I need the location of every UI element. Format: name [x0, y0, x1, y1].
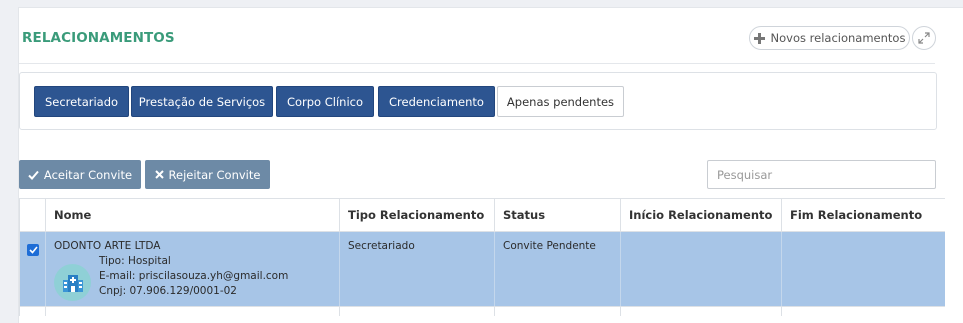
- x-icon: [154, 170, 164, 179]
- column-header-inicio[interactable]: Início Relacionamento: [621, 199, 782, 231]
- table-header: Nome Tipo Relacionamento Status Início R…: [19, 198, 945, 231]
- row-checkbox-cell: [19, 232, 46, 306]
- avatar: [54, 264, 91, 301]
- column-header-nome[interactable]: Nome: [46, 199, 340, 231]
- header-divider: [19, 63, 935, 64]
- cell-nome: ODONTO ARTE LTDA Tipo: Hospital E-mail: …: [46, 232, 340, 306]
- organization-name: ODONTO ARTE LTDA: [54, 240, 161, 252]
- cell-status: Convite Pendente: [495, 232, 621, 306]
- header-checkbox-cell: [19, 199, 46, 231]
- filter-credenciamento[interactable]: Credenciamento: [378, 86, 495, 117]
- filter-secretariado[interactable]: Secretariado: [34, 86, 129, 117]
- plus-icon: [753, 32, 765, 44]
- filter-apenas-pendentes[interactable]: Apenas pendentes: [497, 86, 624, 117]
- row-checkbox[interactable]: [27, 244, 39, 256]
- expand-icon: [918, 32, 930, 44]
- column-header-status[interactable]: Status: [495, 199, 621, 231]
- column-header-fim[interactable]: Fim Relacionamento: [782, 199, 945, 231]
- empty-cell: [19, 307, 46, 316]
- filter-prestacao-servicos[interactable]: Prestação de Serviços: [131, 86, 273, 117]
- search-input[interactable]: [707, 160, 936, 189]
- page-title: RELACIONAMENTOS: [22, 30, 175, 46]
- filter-corpo-clinico[interactable]: Corpo Clínico: [276, 86, 374, 117]
- new-relationship-label: Novos relacionamentos: [770, 31, 906, 45]
- accept-invite-button[interactable]: Aceitar Convite: [19, 160, 141, 189]
- column-header-tipo[interactable]: Tipo Relacionamento: [340, 199, 495, 231]
- cell-tipo-relacionamento: Secretariado: [340, 232, 495, 306]
- expand-button[interactable]: [912, 26, 936, 50]
- accept-invite-label: Aceitar Convite: [43, 167, 133, 182]
- cell-fim: [782, 232, 945, 306]
- organization-email: E-mail: priscilasouza.yh@gmail.com: [99, 270, 289, 282]
- empty-cell: [495, 307, 621, 316]
- hospital-icon: [62, 274, 83, 292]
- checkmark-icon: [28, 246, 38, 254]
- empty-cell: [621, 307, 782, 316]
- empty-cell: [340, 307, 495, 316]
- empty-cell: [782, 307, 945, 316]
- cell-inicio: [621, 232, 782, 306]
- relationships-table: Nome Tipo Relacionamento Status Início R…: [19, 198, 945, 316]
- table-row: [19, 306, 945, 316]
- reject-invite-label: Rejeitar Convite: [168, 167, 261, 182]
- new-relationship-button[interactable]: Novos relacionamentos: [749, 26, 910, 50]
- reject-invite-button[interactable]: Rejeitar Convite: [145, 160, 270, 189]
- organization-details: Tipo: Hospital E-mail: priscilasouza.yh@…: [99, 254, 288, 301]
- check-icon: [28, 170, 39, 180]
- empty-cell: [46, 307, 340, 316]
- organization-type: Tipo: Hospital: [99, 255, 171, 267]
- organization-cnpj: Cnpj: 07.906.129/0001-02: [99, 285, 237, 297]
- table-row[interactable]: ODONTO ARTE LTDA Tipo: Hospital E-mail: …: [19, 231, 945, 306]
